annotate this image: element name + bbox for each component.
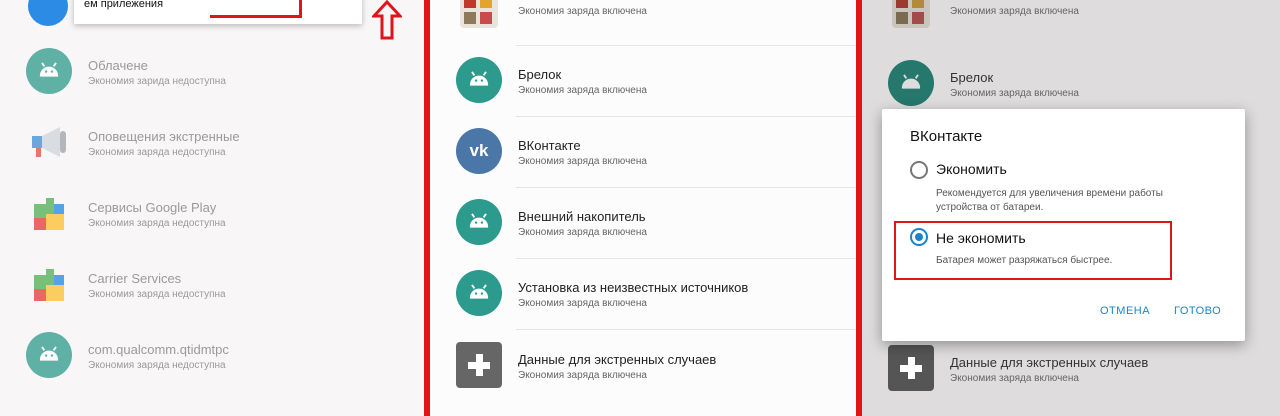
app-row[interactable]: Облачене Экономия зарида недоступна: [0, 36, 424, 107]
apps-icon: [460, 0, 498, 28]
app-row[interactable]: Сервисы Google Play Экономия заряда недо…: [0, 178, 424, 249]
puzzle-icon: [34, 269, 64, 301]
app-subtitle: Экономия заряда недоступна: [88, 218, 226, 229]
radio-optimize[interactable]: [910, 161, 928, 179]
app-title: Облачене: [88, 58, 148, 73]
app-row[interactable]: Внешний накопитель Экономия заряда включ…: [430, 187, 856, 258]
app-row[interactable]: Данные для экстренных случаев Экономия з…: [430, 330, 856, 401]
app-subtitle: Экономия заряда включена: [518, 227, 647, 238]
plus-icon: [456, 342, 502, 388]
radio-do-not-optimize[interactable]: [910, 228, 928, 246]
red-arrow-annotation: [210, 0, 302, 18]
app-subtitle: Экономия заряда включена: [518, 156, 647, 167]
app-row[interactable]: Carrier Services Экономия заряда недосту…: [0, 249, 424, 320]
app-title: ВКонтакте: [518, 138, 581, 153]
app-subtitle: Экономия заряда включена: [950, 373, 1079, 384]
puzzle-icon: [34, 198, 64, 230]
app-title: com.qualcomm.qtidmtpc: [88, 342, 229, 357]
app-row[interactable]: Установка из неизвестных источников Экон…: [430, 258, 856, 329]
android-icon: [456, 270, 502, 316]
app-subtitle: Экономия заряда включена: [518, 6, 647, 17]
app-row[interactable]: Брелок Экономия заряда включена: [430, 45, 856, 116]
battery-optimization-dialog: ВКонтакте Экономить Рекомендуется для ув…: [882, 109, 1245, 341]
plus-icon: [888, 345, 934, 391]
red-up-arrow-icon: [372, 0, 402, 40]
app-title: Брелок: [950, 70, 994, 85]
app-row[interactable]: Экономия заряда включена: [430, 0, 856, 45]
app-title: Carrier Services: [88, 271, 182, 286]
app-row: Данные для экстренных случаев Экономия з…: [862, 333, 1280, 404]
app-subtitle: Экономия заряда включена: [950, 6, 1079, 17]
app-subtitle: Экономия заряда недоступна: [88, 360, 226, 371]
megaphone-icon: [32, 127, 66, 157]
app-title: Данные для экстренных случаев: [518, 352, 717, 367]
done-button[interactable]: ГОТОВО: [1174, 305, 1221, 317]
cancel-button[interactable]: ОТМЕНА: [1100, 305, 1150, 317]
right-panel: Экономия заряда включена Брелок Экономия…: [862, 0, 1280, 416]
app-subtitle: Экономия заряда включена: [950, 88, 1079, 99]
app-title: Брелок: [518, 67, 562, 82]
popup-label: ем прилежения: [84, 0, 164, 10]
app-title: Данные для экстренных случаев: [950, 355, 1149, 370]
download-icon: [28, 0, 68, 26]
android-icon: [888, 60, 934, 106]
app-row: Экономия заряда включена: [862, 0, 1280, 45]
app-row[interactable]: com.qualcomm.qtidmtpc Экономия заряда не…: [0, 320, 424, 391]
app-title: Сервисы Google Play: [88, 200, 217, 215]
app-subtitle: Экономия заряда недоступна: [88, 147, 226, 158]
app-subtitle: Экономия заряда включена: [518, 370, 647, 381]
app-row[interactable]: vk ВКонтакте Экономия заряда включена: [430, 116, 856, 187]
app-subtitle: Экономия заряда включена: [518, 85, 647, 96]
dialog-title: ВКонтакте: [910, 128, 983, 145]
option-do-not-optimize-label[interactable]: Не экономить: [936, 230, 1026, 246]
left-panel: ем прилежения Облачене Экономия зарида н…: [0, 0, 424, 416]
android-icon: [456, 57, 502, 103]
android-icon: [26, 48, 72, 94]
app-title: Внешний накопитель: [518, 209, 646, 224]
middle-panel: Экономия заряда включена Брелок Экономия…: [424, 0, 862, 416]
option-optimize-description: Рекомендуется для увеличения времени раб…: [936, 188, 1163, 213]
option-do-not-optimize-description: Батарея может разряжаться быстрее.: [936, 255, 1113, 266]
android-icon: [456, 199, 502, 245]
android-icon: [26, 332, 72, 378]
apps-icon: [892, 0, 930, 28]
app-row[interactable]: Оповещения экстренные Экономия заряда не…: [0, 107, 424, 178]
app-subtitle: Экономия заряда недоступна: [88, 289, 226, 300]
app-title: Оповещения экстренные: [88, 129, 240, 144]
vk-icon: vk: [456, 128, 502, 174]
option-optimize-label[interactable]: Экономить: [936, 161, 1007, 177]
app-subtitle: Экономия зарида недоступна: [88, 76, 226, 87]
app-title: Установка из неизвестных источников: [518, 280, 749, 295]
app-subtitle: Экономия заряда включена: [518, 298, 647, 309]
